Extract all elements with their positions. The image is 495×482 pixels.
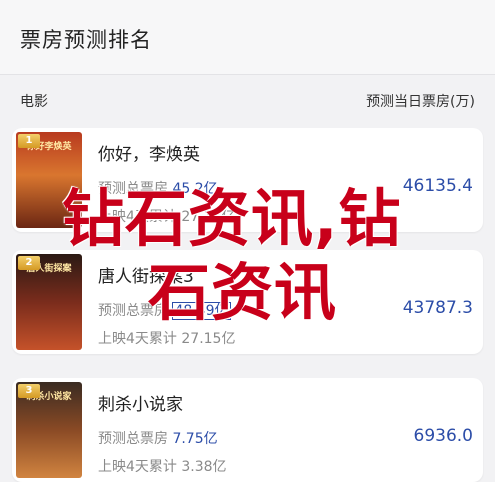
column-movie-label: 电影 xyxy=(20,94,48,110)
movie-name: 你好，李焕英 xyxy=(98,145,200,165)
column-header: 电影 预测当日票房(万) xyxy=(0,75,495,121)
cumulative-line: 上映4天累计 3.38亿 xyxy=(98,456,227,476)
cumulative-label: 上映4天累计 xyxy=(98,459,177,475)
box-office-value: 46135.4 xyxy=(402,176,473,196)
cumulative-label: 上映4天累计 xyxy=(98,331,177,347)
box-office-value: 43787.3 xyxy=(402,298,473,318)
rank-badge: 3 xyxy=(18,384,40,398)
movie-poster: 唐人街探案 2 xyxy=(16,254,82,350)
title-bar: 票房预测排名 xyxy=(0,0,495,75)
movie-name: 刺杀小说家 xyxy=(98,395,183,415)
movie-poster: 刺杀小说家 3 xyxy=(16,382,82,478)
rank-badge: 2 xyxy=(18,256,40,270)
cumulative-value: 3.38亿 xyxy=(181,459,227,475)
page-title: 票房预测排名 xyxy=(20,28,152,52)
cumulative-value: 27.15亿 xyxy=(181,331,236,347)
box-office-value: 6936.0 xyxy=(413,426,473,446)
movie-card-3[interactable]: 刺杀小说家 3 刺杀小说家 预测总票房 7.75亿 上映4天累计 3.38亿 6… xyxy=(12,378,483,482)
forecast-total-line: 预测总票房 7.75亿 xyxy=(98,428,218,448)
watermark-line-2: 石资讯 xyxy=(148,256,338,329)
forecast-total-value: 7.75亿 xyxy=(172,431,218,447)
forecast-total-label: 预测总票房 xyxy=(98,431,168,447)
rank-badge: 1 xyxy=(18,134,40,148)
column-box-office-label: 预测当日票房(万) xyxy=(366,94,475,110)
